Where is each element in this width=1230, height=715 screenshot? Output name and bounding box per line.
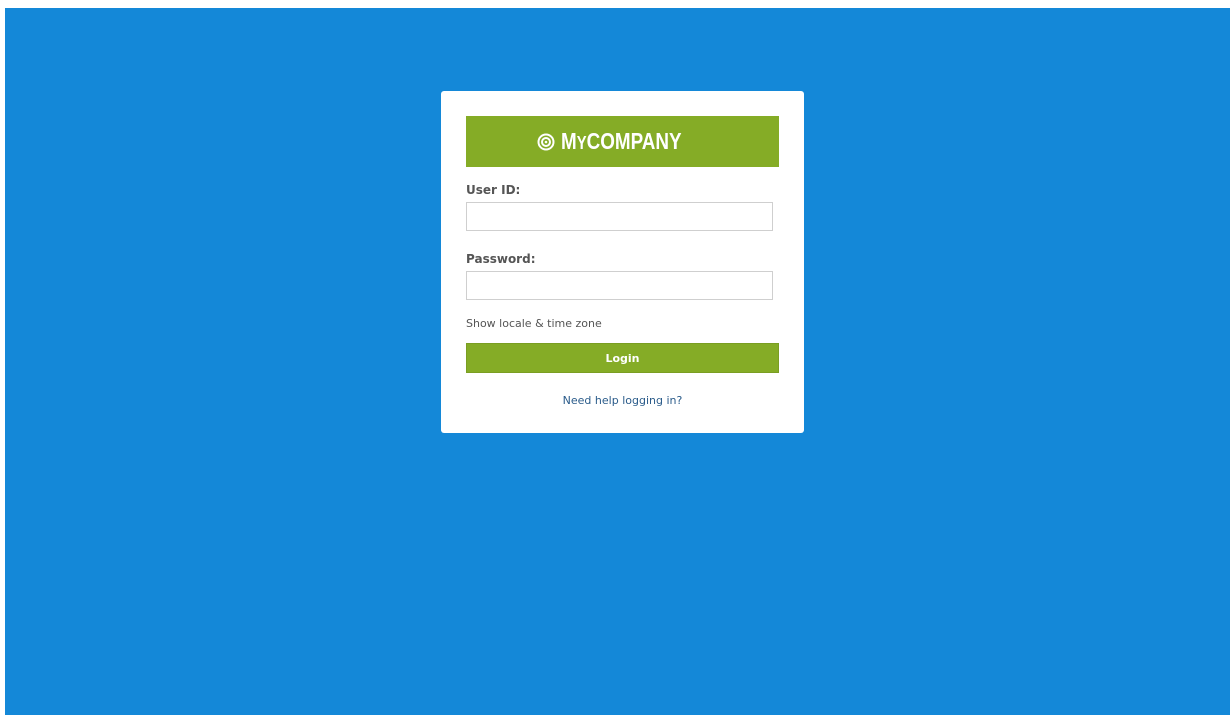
page-background: MYCOMPANY User ID: Password: Show locale… (5, 8, 1230, 715)
password-label: Password: (466, 252, 536, 266)
company-logo: MYCOMPANY (466, 116, 779, 167)
logo-text: MYCOMPANY (560, 128, 682, 154)
login-card: MYCOMPANY User ID: Password: Show locale… (441, 91, 804, 433)
user-id-input[interactable] (466, 202, 773, 231)
help-login-link[interactable]: Need help logging in? (441, 394, 804, 407)
target-icon (537, 133, 555, 150)
user-id-label: User ID: (466, 183, 521, 197)
login-button[interactable]: Login (466, 343, 779, 373)
password-input[interactable] (466, 271, 773, 300)
show-locale-link[interactable]: Show locale & time zone (466, 317, 602, 330)
